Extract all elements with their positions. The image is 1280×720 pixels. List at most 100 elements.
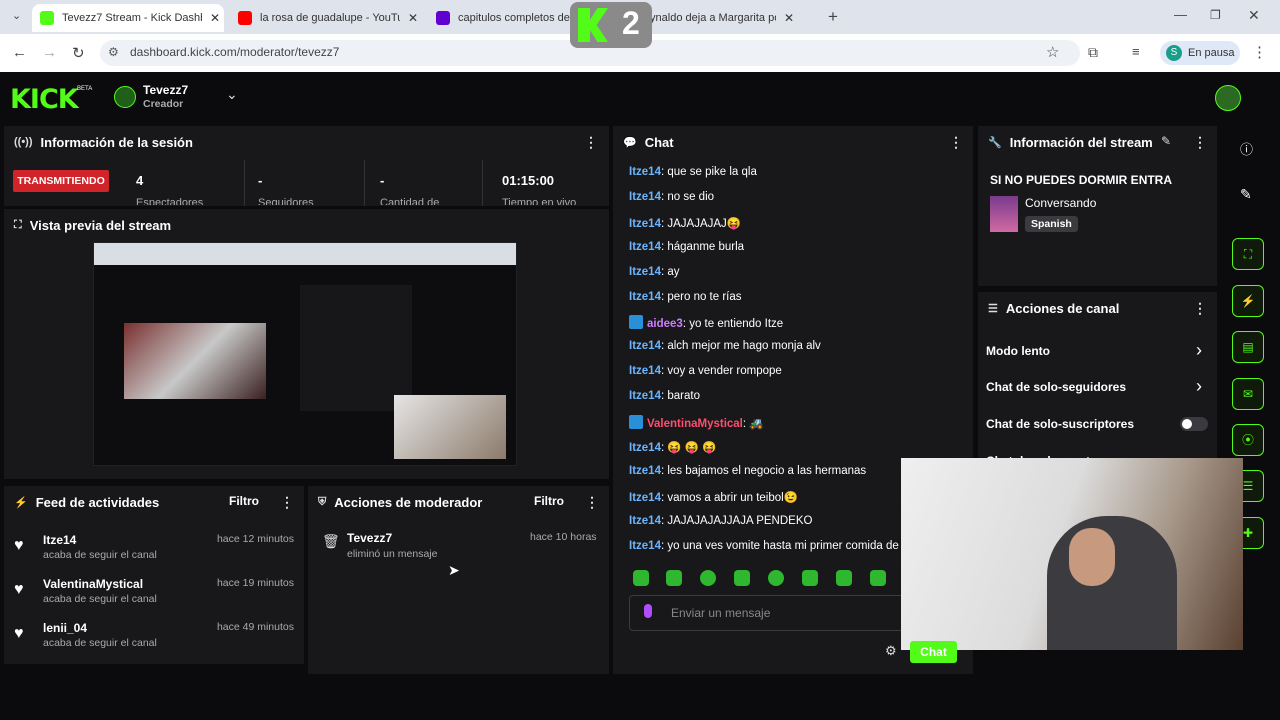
chat-username[interactable]: Itze14 (629, 492, 661, 504)
emote-icon[interactable] (633, 570, 649, 586)
rail-chat-icon[interactable]: ✉ (1232, 378, 1264, 410)
bolt-icon: ⚡ (14, 496, 28, 509)
modactions-menu-icon[interactable]: ⋮ (585, 494, 599, 511)
chat-username[interactable]: Itze14 (629, 540, 661, 552)
chat-username[interactable]: Itze14 (629, 465, 661, 477)
kick-logo[interactable]: KICK BETA (10, 84, 92, 115)
send-chat-button[interactable]: Chat (910, 641, 957, 663)
forward-icon[interactable]: → (42, 44, 57, 61)
emote-icon[interactable] (802, 570, 818, 586)
minimize-icon[interactable]: — (1174, 7, 1187, 22)
channel-username[interactable]: Tevezz7 (143, 83, 188, 97)
rail-document-icon[interactable]: ▤ (1232, 331, 1264, 363)
feed-item-name[interactable]: ValentinaMystical (43, 577, 143, 591)
profile-chip[interactable]: S En pausa (1160, 41, 1240, 65)
emote-icon[interactable] (666, 570, 682, 586)
close-window-icon[interactable]: ✕ (1248, 7, 1260, 24)
feed-item-time: hace 12 minutos (216, 533, 294, 545)
tab-reynaldo[interactable]: Reynaldo deja a Margarita por ✕ (628, 4, 824, 32)
site-info-icon[interactable]: ⚙ (108, 45, 119, 59)
rail-bolt-icon[interactable]: ⚡ (1232, 285, 1264, 317)
chat-message: Itze14: JAJAJAJAJ😝 (629, 216, 741, 230)
channel-avatar[interactable] (114, 86, 136, 108)
chat-message: Itze14: que se pike la qla (629, 166, 757, 178)
chat-text: ay (667, 265, 680, 278)
chat-username[interactable]: Itze14 (629, 390, 661, 402)
close-tab-icon[interactable]: ✕ (408, 11, 418, 25)
chat-username[interactable]: aidee3 (647, 318, 683, 330)
restore-icon[interactable]: ❐ (1210, 8, 1221, 22)
emote-icon[interactable] (768, 570, 784, 586)
chat-username[interactable]: Itze14 (629, 291, 661, 303)
category-name[interactable]: Conversando (1025, 196, 1096, 210)
feed-item-name[interactable]: Itze14 (43, 533, 76, 547)
url-text[interactable]: dashboard.kick.com/moderator/tevezz7 (130, 45, 339, 59)
feed-item-name[interactable]: lenii_04 (43, 621, 87, 635)
chat-username[interactable]: Itze14 (629, 191, 661, 203)
stream-preview-video[interactable] (93, 242, 517, 466)
feed-menu-icon[interactable]: ⋮ (280, 494, 294, 511)
close-tab-icon[interactable]: ✕ (210, 11, 220, 25)
stream-preview-panel: ⛶ Vista previa del stream (4, 209, 609, 479)
send-chat-label: Chat (920, 645, 947, 659)
chat-username[interactable]: Itze14 (629, 340, 661, 352)
reload-icon[interactable]: ↻ (72, 44, 85, 62)
chat-message: aidee3: yo te entiendo Itze (629, 315, 783, 330)
chat-text: barato (667, 390, 700, 403)
overlay-badge-number: 2 (622, 5, 640, 41)
session-menu-icon[interactable]: ⋮ (584, 134, 598, 151)
tab-list-chevron-icon[interactable]: ⌄ (12, 9, 21, 22)
feed-filter-button[interactable]: Filtro (229, 494, 259, 508)
chat-username[interactable]: Itze14 (629, 365, 661, 377)
chevron-right-icon[interactable]: › (1196, 376, 1202, 397)
extensions-icon[interactable]: ⧉ (1088, 44, 1098, 61)
modactions-filter-button[interactable]: Filtro (534, 494, 564, 508)
channel-action-followers-only[interactable]: Chat de solo-seguidores (986, 380, 1126, 394)
media-control-icon[interactable]: ≡ (1132, 44, 1140, 59)
stream-info-menu-icon[interactable]: ⋮ (1193, 134, 1207, 151)
channel-actions-menu-icon[interactable]: ⋮ (1193, 300, 1207, 317)
emote-icon[interactable] (734, 570, 750, 586)
info-icon[interactable]: ⓘ (1240, 139, 1253, 158)
edit-pencil-icon[interactable]: ✎ (1161, 134, 1171, 148)
emote-icon[interactable] (700, 570, 716, 586)
modaction-name[interactable]: Tevezz7 (347, 531, 392, 545)
pencil-icon[interactable]: ✎ (1240, 186, 1252, 203)
chat-username[interactable]: Itze14 (629, 515, 661, 527)
activity-feed-panel: ⚡ Feed de actividades Filtro ⋮ ♥ Itze14 … (4, 486, 304, 664)
kick-favicon-icon (40, 11, 54, 25)
close-tab-icon[interactable]: ✕ (784, 11, 794, 25)
chat-menu-icon[interactable]: ⋮ (949, 134, 963, 151)
tab-kick-dashboard[interactable]: Tevezz7 Stream - Kick Dashboard ✕ (32, 4, 224, 32)
rail-broadcast-icon[interactable]: ⦿ (1232, 424, 1264, 456)
chat-username[interactable]: Itze14 (629, 442, 661, 454)
chat-message: Itze14: JAJAJAJAJJAJA PENDEKO (629, 515, 812, 527)
channel-switch-chevron-icon[interactable]: ⌄ (226, 86, 238, 103)
chevron-right-icon[interactable]: › (1196, 340, 1202, 361)
feed-panel-header: ⚡ Feed de actividades (4, 486, 304, 518)
chat-username[interactable]: Itze14 (629, 218, 661, 230)
tab-yahoo[interactable]: capitulos completos de la rosa (428, 4, 588, 32)
shield-icon: ⛨ (318, 495, 327, 508)
back-icon[interactable]: ← (12, 44, 27, 61)
subscribers-only-toggle[interactable] (1180, 417, 1208, 431)
channel-action-subscribers-only[interactable]: Chat de solo-suscriptores (986, 417, 1134, 431)
bookmark-star-icon[interactable]: ☆ (1046, 43, 1059, 61)
chat-username[interactable]: Itze14 (629, 266, 661, 278)
chat-settings-gear-icon[interactable]: ⚙ (885, 643, 897, 659)
chat-username[interactable]: Itze14 (629, 241, 661, 253)
browser-menu-icon[interactable]: ⋮ (1252, 43, 1267, 61)
emote-icon[interactable] (870, 570, 886, 586)
microphone-icon[interactable] (644, 604, 652, 618)
chat-username[interactable]: Itze14 (629, 166, 661, 178)
stream-info-title: Información del stream (1009, 134, 1153, 150)
new-tab-button[interactable]: + (828, 7, 838, 27)
chat-text: háganme burla (667, 240, 745, 253)
user-avatar[interactable] (1215, 85, 1241, 111)
rail-preview-icon[interactable]: ⛶ (1232, 238, 1264, 270)
chat-text: pero no te rías (667, 290, 742, 303)
tab-youtube[interactable]: la rosa de guadalupe - YouTube ✕ (230, 4, 426, 32)
emote-icon[interactable] (836, 570, 852, 586)
channel-action-slow-mode[interactable]: Modo lento (986, 344, 1050, 358)
chat-username[interactable]: ValentinaMystical (647, 418, 743, 430)
